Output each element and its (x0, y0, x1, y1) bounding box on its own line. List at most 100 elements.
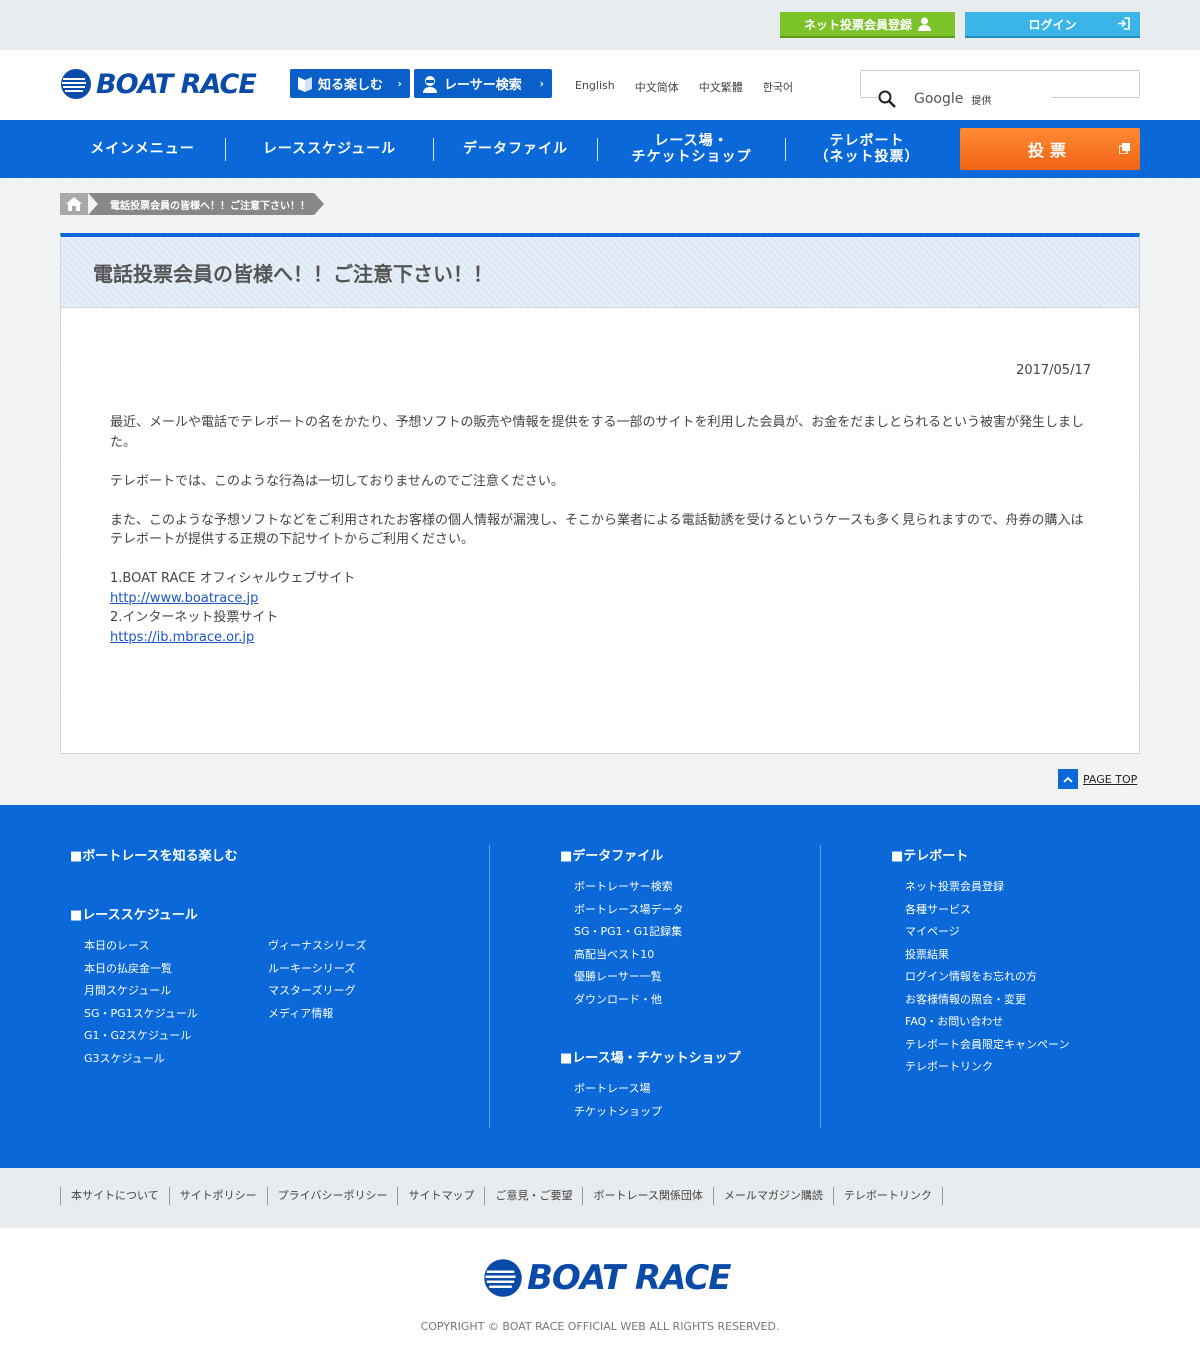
footer-link[interactable]: SG・PG1スケジュール (70, 1003, 254, 1026)
nav-race-schedule[interactable]: レーススケジュール (226, 120, 433, 178)
vote-label: 投票 (1027, 141, 1072, 160)
footer-link[interactable]: メディア情報 (254, 1003, 366, 1026)
register-button[interactable]: ネット投票会員登録 (780, 12, 955, 38)
racer-search-button[interactable]: レーサー検索 › (414, 69, 552, 98)
breadcrumb-home[interactable] (60, 193, 88, 215)
footer-link[interactable]: 優勝レーサー一覧 (560, 966, 741, 989)
breadcrumb: 電話投票会員の皆様へ！！ご注意下さい！！ (60, 193, 324, 215)
footer-link[interactable]: 月間スケジュール (70, 980, 254, 1003)
footer-heading-schedule[interactable]: ■レーススケジュール (70, 904, 366, 923)
article-header: 電話投票会員の皆様へ！！ご注意下さい！！ (61, 237, 1139, 308)
footer-link[interactable]: ボートレース場データ (560, 899, 741, 922)
boatrace-logo[interactable]: BOAT RACE (60, 68, 257, 100)
external-window-icon (1119, 143, 1130, 154)
site-header: BOAT RACE 知る楽しむ › レーサー検索 › English 中文简体 … (0, 50, 1200, 120)
footer-link[interactable]: マイページ (891, 921, 1069, 944)
footer-logo[interactable]: BOAT RACE (483, 1258, 732, 1298)
article-date: 2017/05/17 (1016, 363, 1091, 378)
site1-link[interactable]: http://www.boatrace.jp (110, 591, 258, 606)
bottom-links-bar: 本サイトについて サイトポリシー プライバシーポリシー サイトマップ ご意見・ご… (0, 1168, 1200, 1228)
boatrace-emblem-icon (61, 69, 91, 99)
google-text: Google (914, 91, 964, 107)
footer-link[interactable]: テレボートリンク (891, 1056, 1069, 1079)
article-body: 最近、メールや電話でテレボートの名をかたり、予想ソフトの販売や情報を提供をする一… (110, 413, 1094, 647)
bottom-link[interactable]: サイトポリシー (168, 1187, 267, 1205)
enjoy-label: 知る楽しむ (318, 78, 384, 93)
bottom-link[interactable]: ご意見・ご要望 (484, 1187, 582, 1205)
nav-venue-line2: チケットショップ (631, 149, 752, 165)
footer-heading-venue[interactable]: ■レース場・チケットショップ (560, 1047, 741, 1066)
article-card: 電話投票会員の皆様へ！！ご注意下さい！！ 2017/05/17 最近、メールや電… (60, 233, 1140, 754)
bottom-link[interactable]: メールマガジン購読 (712, 1187, 833, 1205)
login-label: ログイン (1028, 17, 1077, 32)
footer-heading-data[interactable]: ■データファイル (560, 845, 741, 864)
footer-link[interactable]: 各種サービス (891, 899, 1069, 922)
footer-link[interactable]: チケットショップ (560, 1101, 741, 1124)
vote-button[interactable]: 投票 (960, 128, 1140, 170)
footer-link[interactable]: ダウンロード・他 (560, 989, 741, 1012)
copyright-area: BOAT RACE COPYRIGHT © BOAT RACE OFFICIAL… (0, 1228, 1200, 1365)
footer-link[interactable]: ボートレーサー検索 (560, 876, 741, 899)
register-label: ネット投票会員登録 (803, 17, 912, 32)
footer-sitemap: ■ボートレースを知る楽しむ ■レーススケジュール 本日のレース 本日の払戻金一覧… (0, 805, 1200, 1168)
footer-link[interactable]: テレボート会員限定キャンペーン (891, 1034, 1069, 1057)
enjoy-button[interactable]: 知る楽しむ › (290, 69, 410, 98)
article-paragraph: 最近、メールや電話でテレボートの名をかたり、予想ソフトの販売や情報を提供をする一… (110, 415, 1084, 450)
nav-data-file[interactable]: データファイル (434, 120, 597, 178)
language-switcher: English 中文简体 中文繁體 한국어 (575, 79, 793, 95)
nav-teleboat[interactable]: テレボート （ネット投票） (786, 120, 948, 178)
bottom-link[interactable]: サイトマップ (397, 1187, 484, 1205)
lang-korean[interactable]: 한국어 (763, 79, 793, 95)
footer-link[interactable]: SG・PG1・G1記録集 (560, 921, 741, 944)
footer-link[interactable]: FAQ・お問い合わせ (891, 1011, 1069, 1034)
nav-teleboat-line2: （ネット投票） (814, 149, 920, 165)
page-top-link[interactable]: PAGE TOP (1058, 769, 1137, 789)
chevron-up-icon (1058, 769, 1078, 789)
site2-label: 2.インターネット投票サイト (110, 610, 279, 625)
footer-link[interactable]: ルーキーシリーズ (254, 958, 366, 981)
footer-col-enjoy: ■ボートレースを知る楽しむ ■レーススケジュール 本日のレース 本日の払戻金一覧… (70, 845, 366, 1070)
bottom-link[interactable]: プライバシーポリシー (266, 1187, 398, 1205)
racer-icon (423, 75, 437, 93)
footer-col-teleboat: ■テレボート ネット投票会員登録 各種サービス マイページ 投票結果 ログイン情… (891, 845, 1069, 1079)
footer-link[interactable]: ネット投票会員登録 (891, 876, 1069, 899)
footer-link[interactable]: 本日のレース (70, 935, 254, 958)
footer-logo-text: BOAT RACE (527, 1258, 732, 1298)
search-powered-by: Google 提供 (878, 90, 1052, 108)
footer-link[interactable]: ボートレース場 (560, 1078, 741, 1101)
bottom-link[interactable]: ボートレース関係団体 (582, 1187, 712, 1205)
login-button[interactable]: ログイン (965, 12, 1140, 38)
footer-link[interactable]: G1・G2スケジュール (70, 1025, 254, 1048)
beginner-mark-icon (298, 76, 312, 92)
site2-link[interactable]: https://ib.mbrace.or.jp (110, 630, 254, 645)
footer-link[interactable]: ヴィーナスシリーズ (254, 935, 366, 958)
user-icon (918, 17, 931, 31)
footer-link[interactable]: ログイン情報をお忘れの方 (891, 966, 1069, 989)
footer-heading-teleboat[interactable]: ■テレボート (891, 845, 1069, 864)
site1-label: 1.BOAT RACE オフィシャルウェブサイト (110, 571, 356, 586)
nav-venue-ticketshop[interactable]: レース場・ チケットショップ (598, 120, 785, 178)
search-icon[interactable] (878, 90, 896, 108)
bottom-link[interactable]: 本サイトについて (60, 1187, 169, 1205)
footer-link[interactable]: G3スケジュール (70, 1048, 254, 1071)
footer-divider (489, 845, 490, 1128)
schedule-links-left: 本日のレース 本日の払戻金一覧 月間スケジュール SG・PG1スケジュール G1… (70, 935, 254, 1070)
login-icon (1118, 17, 1130, 30)
page-top-label: PAGE TOP (1083, 772, 1138, 786)
footer-heading-enjoy[interactable]: ■ボートレースを知る楽しむ (70, 845, 366, 864)
bottom-link[interactable]: テレボートリンク (832, 1187, 943, 1205)
footer-link[interactable]: マスターズリーグ (254, 980, 366, 1003)
footer-link[interactable]: 本日の払戻金一覧 (70, 958, 254, 981)
lang-zh-hant[interactable]: 中文繁體 (699, 79, 743, 95)
lang-english[interactable]: English (575, 79, 615, 95)
article-paragraph: テレボートでは、このような行為は一切しておりませんのでご注意ください。 (110, 473, 564, 489)
article-title: 電話投票会員の皆様へ！！ご注意下さい！！ (93, 261, 493, 286)
footer-link[interactable]: 投票結果 (891, 944, 1069, 967)
logo-text: BOAT RACE (96, 68, 257, 100)
article-paragraph: また、このような予想ソフトなどをご利用されたお客様の個人情報が漏洩し、そこから業… (110, 512, 1084, 548)
lang-zh-hans[interactable]: 中文简体 (635, 79, 679, 95)
nav-main-menu[interactable]: メインメニュー (60, 120, 225, 178)
footer-link[interactable]: 高配当ベスト10 (560, 944, 741, 967)
footer-link[interactable]: お客様情報の照会・変更 (891, 989, 1069, 1012)
chevron-right-icon: › (539, 77, 544, 90)
